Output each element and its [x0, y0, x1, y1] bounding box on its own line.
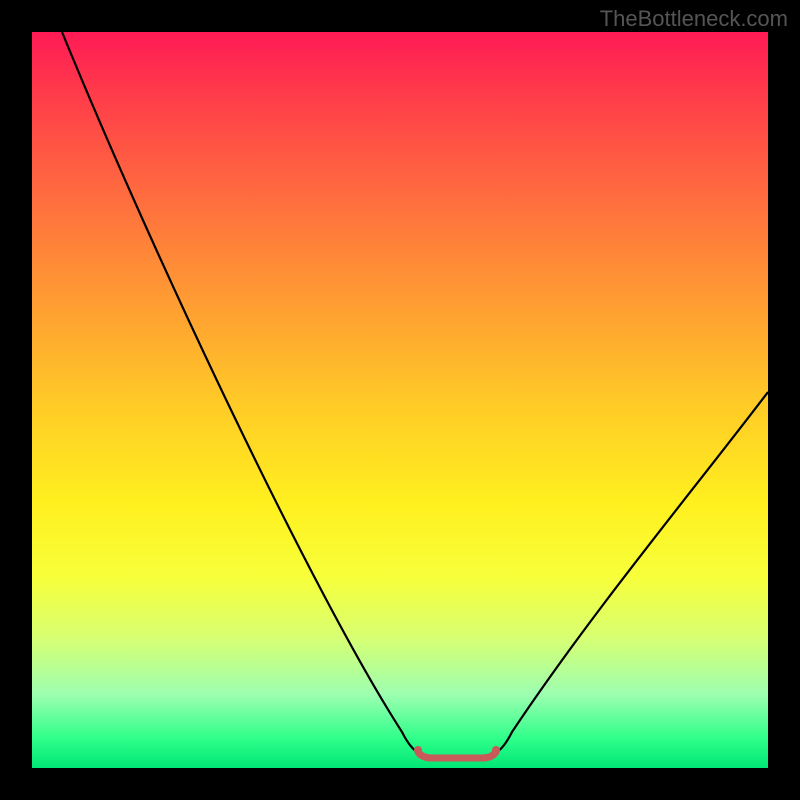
marker-dot-left — [414, 746, 422, 754]
flat-marker-path — [418, 752, 496, 758]
marker-dot-right — [492, 746, 500, 754]
watermark-text: TheBottleneck.com — [600, 6, 788, 32]
chart-svg — [32, 32, 768, 768]
curve-right-path — [492, 392, 768, 754]
chart-frame — [32, 32, 768, 768]
curve-left-path — [62, 32, 422, 754]
